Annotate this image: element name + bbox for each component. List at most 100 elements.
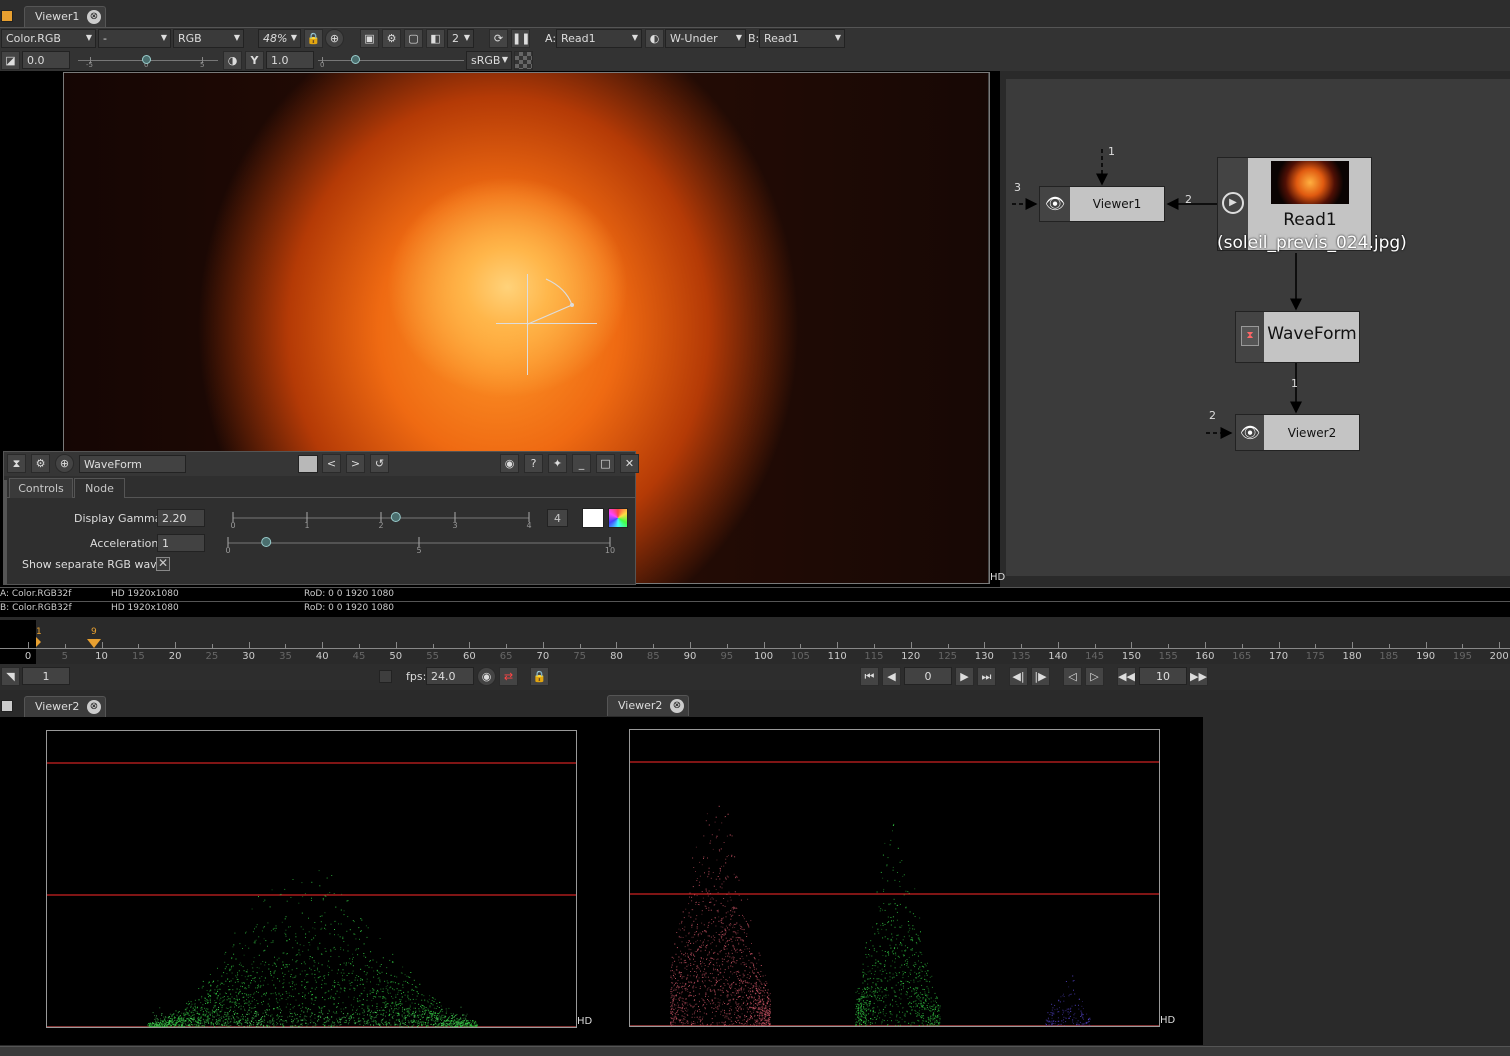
checkerboard-icon[interactable] (514, 51, 533, 70)
frame-range-icon[interactable]: ◥ (1, 667, 20, 686)
gain-field[interactable]: 0.0 (22, 51, 70, 69)
accel-slider-handle[interactable] (261, 537, 272, 547)
undo-icon[interactable]: < (322, 454, 341, 473)
composite-icon[interactable]: ◐ (645, 29, 664, 48)
display-gamma-slider[interactable]: 0 1 2 3 4 (215, 506, 545, 530)
help-icon[interactable]: ? (524, 454, 543, 473)
timeline-tick-label: 180 (1342, 651, 1362, 662)
tab-controls[interactable]: Controls (9, 478, 73, 498)
gamma-slider[interactable]: 0 (318, 51, 464, 69)
next-frame-icon[interactable]: |▶ (1031, 667, 1050, 686)
timeline-tick (763, 642, 765, 648)
play-backward-icon[interactable]: ◀ (882, 667, 901, 686)
timeline-tick-label: 90 (683, 651, 697, 662)
clip-to-project-icon[interactable]: ▣ (360, 29, 379, 48)
b-input-select[interactable]: Read1 (759, 29, 845, 48)
last-frame-icon[interactable]: ⏭ (977, 667, 996, 686)
fps-auto-icon[interactable]: ◉ (477, 667, 496, 686)
previous-keyframe-icon[interactable]: ◁ (1063, 667, 1082, 686)
close-icon[interactable]: ⊗ (87, 700, 101, 714)
skip-forward-icon[interactable]: ▶▶ (1189, 667, 1208, 686)
next-keyframe-icon[interactable]: ▷ (1085, 667, 1104, 686)
redo-icon[interactable]: > (346, 454, 365, 473)
playback-mode-icon[interactable]: ⇄ (499, 667, 518, 686)
render-scale-icon[interactable]: ⚙ (382, 29, 401, 48)
display-channels-select[interactable]: RGB (173, 29, 244, 48)
timeline-tick-label: 60 (462, 651, 476, 662)
acceleration-slider[interactable]: 0 5 10 (215, 531, 625, 555)
tab-viewer2-left[interactable]: Viewer2 ⊗ (24, 696, 106, 717)
close-icon[interactable]: ⊗ (670, 699, 684, 713)
composite-select[interactable]: W-Under (665, 29, 746, 48)
refresh-icon[interactable]: ⟳ (489, 29, 508, 48)
skip-frames-field[interactable]: 10 (1139, 667, 1187, 685)
proxy-icon[interactable]: ◧ (426, 29, 445, 48)
timeline-tick-label: 70 (536, 651, 550, 662)
first-frame-icon[interactable]: ⏮ (860, 667, 879, 686)
white-color-swatch[interactable] (582, 508, 604, 528)
float-icon[interactable]: ✦ (548, 454, 567, 473)
alpha-channel-select[interactable]: - (98, 29, 171, 48)
gamma-slider-tick-label: 2 (378, 521, 383, 530)
skip-backward-icon[interactable]: ◀◀ (1117, 667, 1136, 686)
play-forward-icon[interactable]: ▶ (955, 667, 974, 686)
center-node-icon[interactable]: ◉ (500, 454, 519, 473)
roi-icon[interactable]: ▢ (404, 29, 423, 48)
gain-slider-handle[interactable] (142, 55, 151, 64)
lock-icon[interactable]: 🔒 (304, 29, 323, 48)
timeline-playhead[interactable] (87, 639, 101, 648)
node-color-swatch[interactable] (298, 455, 318, 473)
tab-node[interactable]: Node (74, 478, 125, 498)
frame-increment-field[interactable]: 1 (22, 667, 70, 685)
node-viewer1[interactable]: 👁 Viewer1 (1039, 186, 1165, 222)
display-gamma-field[interactable]: 2.20 (157, 509, 205, 527)
a-input-select[interactable]: Read1 (556, 29, 642, 48)
timeline-tick-label: 135 (1011, 651, 1031, 662)
node-viewer2[interactable]: 👁 Viewer2 (1235, 414, 1360, 451)
timeline-tick-label: 85 (646, 651, 660, 662)
settings-icon[interactable]: ⚙ (31, 454, 50, 473)
close-panel-icon[interactable]: ✕ (620, 454, 639, 473)
minimize-icon[interactable]: _ (572, 454, 591, 473)
pause-icon[interactable]: ❚❚ (511, 29, 530, 48)
timeline-tick (1021, 644, 1023, 648)
timeline-tick-label: 20 (168, 651, 182, 662)
proxy-level-select[interactable]: 2 (447, 29, 474, 48)
tab-viewer1[interactable]: Viewer1 ⊗ (24, 6, 106, 27)
layer-select[interactable]: Color.RGB (1, 29, 96, 48)
turbo-mode-checkbox[interactable] (379, 670, 392, 683)
read1-thumbnail (1271, 161, 1349, 204)
close-icon[interactable]: ⊗ (87, 10, 101, 24)
display-gamma-max-field[interactable]: 4 (547, 509, 568, 527)
current-frame-field[interactable]: 0 (904, 667, 952, 685)
gamma-slider-handle[interactable] (351, 55, 360, 64)
tab-viewer2-right[interactable]: Viewer2 ⊗ (607, 695, 689, 716)
info-a-format: HD 1920x1080 (111, 589, 179, 599)
gamma-field[interactable]: 1.0 (266, 51, 314, 69)
pane-menu-icon[interactable] (1, 10, 13, 22)
colorspace-select[interactable]: sRGB (466, 51, 512, 70)
zoom-select[interactable]: 48% (258, 29, 301, 48)
gamma-toggle-icon[interactable]: Y (245, 51, 264, 70)
add-icon[interactable]: ⊕ (55, 454, 74, 473)
pane-menu-icon[interactable] (1, 700, 13, 712)
color-wheel-icon[interactable] (608, 508, 628, 528)
restore-defaults-icon[interactable]: ↺ (370, 454, 389, 473)
previous-frame-icon[interactable]: ◀| (1009, 667, 1028, 686)
fps-field[interactable]: 24.0 (426, 667, 474, 685)
node-color-icon[interactable]: ⧗ (7, 454, 26, 473)
maximize-icon[interactable]: □ (596, 454, 615, 473)
gain-slider[interactable]: -5 0 5 (78, 51, 218, 69)
contrast-icon[interactable]: ◑ (223, 51, 242, 70)
timeline-tick-label: 30 (242, 651, 256, 662)
transform-crosshair[interactable] (496, 274, 600, 378)
node-name-field[interactable]: WaveForm (79, 455, 186, 473)
node-waveform[interactable]: ⧗ WaveForm (1235, 311, 1360, 363)
gamma-slider-handle[interactable] (390, 512, 401, 522)
playback-lock-icon[interactable]: 🔒 (530, 667, 549, 686)
gain-toggle-icon[interactable]: ◪ (1, 51, 20, 70)
sync-icon[interactable]: ⊕ (325, 29, 344, 48)
acceleration-field[interactable]: 1 (157, 534, 205, 552)
timeline-tick-label: 110 (827, 651, 847, 662)
separate-rgb-checkbox[interactable]: ✕ (156, 557, 170, 571)
